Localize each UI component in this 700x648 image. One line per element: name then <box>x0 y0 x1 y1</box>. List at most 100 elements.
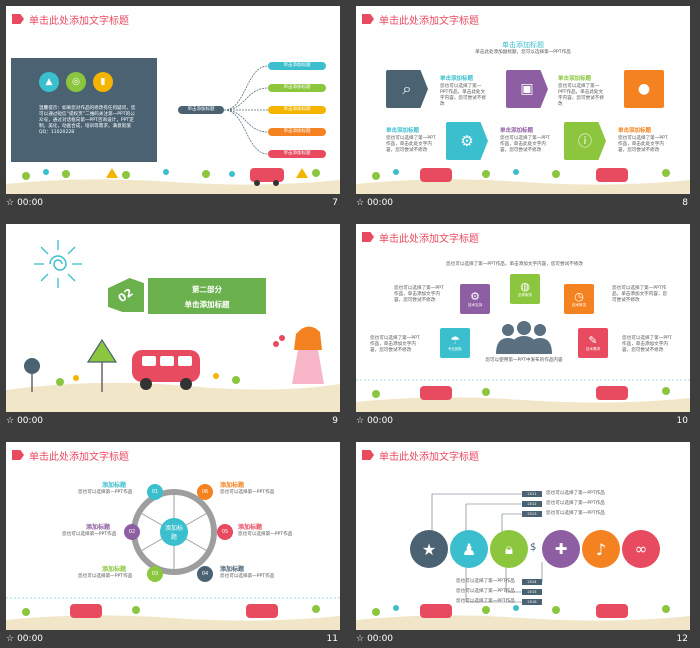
item-text-3: 您也可以选择了第一PPT作品，单击此处文字内容，您可尝试不修改 <box>386 136 436 153</box>
cartoon-ground <box>6 168 340 194</box>
node-text-1: 您也可以选择第一PPT作品 <box>78 490 133 495</box>
thumbnail-slide-11[interactable]: 单击此处添加文字标题 添加标题 01 06 02 05 03 04 添加标题 您… <box>0 436 340 646</box>
slide-number: 10 <box>676 416 688 426</box>
info-tile: ⓘ <box>564 122 606 160</box>
item-label-2: 单击添加标题 <box>558 76 592 82</box>
title-flag-icon <box>362 14 374 24</box>
umbrella-icon: ☂ <box>450 334 460 347</box>
slide-number: 9 <box>332 416 338 426</box>
line-text-5: 您也可以选择了第一PPT作品 <box>456 589 515 594</box>
thumbnail-slide-9[interactable]: 02 第二部分 单击添加标题 ☆ 00:00 9 <box>0 218 340 428</box>
global-service-tile: ◍ 全球服务 <box>510 274 540 304</box>
user-circle: ♟ <box>450 530 488 568</box>
item-text-4: 您也可以选择了第一PPT作品，单击此处文字内容，您可尝试不修改 <box>500 136 550 153</box>
slide-footer: ☆ 00:00 12 <box>356 634 688 644</box>
lock-circle: 🔒︎ <box>490 530 528 568</box>
thumbnail-slide-7[interactable]: 单击此处添加文字标题 ▲ ◎ ▮ 温馨提示：如果您对作品的修改有任何疑问，您可以… <box>0 0 340 210</box>
star-icon: ☆ <box>356 634 365 644</box>
node-01: 01 <box>147 484 163 500</box>
section-title: 单击添加标题 <box>184 300 230 309</box>
lock-icon: 🔒︎ <box>505 540 513 558</box>
side-text-1: 您也可以选择了第一PPT作品，单击添加文字内容，您可尝试不修改 <box>394 286 444 303</box>
gear-icon: ⚙ <box>460 132 474 150</box>
pill-2: 单击添加标题 <box>268 84 326 92</box>
line-text-1: 您也可以选择了第一PPT作品 <box>546 491 605 496</box>
slide-title: 单击此处添加文字标题 <box>12 448 129 463</box>
save-tile: ▣ <box>506 70 548 108</box>
slide-number: 11 <box>326 634 338 644</box>
slide-footer: ☆ 00:00 7 <box>6 198 338 208</box>
cartoon-ground <box>6 597 340 630</box>
pill-4: 单击添加标题 <box>268 128 326 136</box>
slide-11-canvas: 单击此处添加文字标题 添加标题 01 06 02 05 03 04 添加标题 您… <box>6 442 340 630</box>
slide-title: 单击此处添加文字标题 <box>362 12 479 27</box>
item-text-2: 您也可以选择了第一PPT作品，单击此处文字内容，您可尝试不修改 <box>558 84 604 107</box>
cartoon-ground <box>356 168 690 194</box>
slide-footer: ☆ 00:00 10 <box>356 416 688 426</box>
node-label-1: 添加标题 <box>102 482 127 489</box>
slide-number: 7 <box>332 198 338 208</box>
search-icon: ⌕ <box>402 79 412 98</box>
pill-3: 单击添加标题 <box>268 106 326 114</box>
star-icon: ☆ <box>6 416 15 426</box>
thumbnail-slide-8[interactable]: 单击此处添加文字标题 单击添加标题 单击此处添加副标题，您可以选择第一PPT作品… <box>350 0 690 210</box>
line-text-4: 您也可以选择了第一PPT作品 <box>456 579 515 584</box>
node-05: 05 <box>217 524 233 540</box>
location-pin-icon: ● <box>637 81 651 97</box>
company-text: 您可以使用第一PPT中发布的作品内容 <box>485 358 563 363</box>
item-label-1: 单击添加标题 <box>440 76 474 82</box>
year-2013: 2013 <box>522 511 542 517</box>
star-icon: ★ <box>421 539 437 559</box>
sun-icon <box>34 240 82 288</box>
node-04: 04 <box>197 566 213 582</box>
title-flag-icon <box>12 450 24 460</box>
dollar-icon: $ <box>530 542 537 553</box>
user-icon: ♟ <box>461 539 477 559</box>
thumbnail-slide-12[interactable]: 单击此处添加文字标题 2011 2012 2013 您也可以选择了第一PPT作品… <box>350 436 690 646</box>
info-icon: ⓘ <box>578 134 592 150</box>
slide-9-canvas: 02 第二部分 单击添加标题 <box>6 224 340 412</box>
year-2011: 2011 <box>522 491 542 497</box>
puzzle-circle: ✚ <box>542 530 580 568</box>
slide-12-canvas: 单击此处添加文字标题 2011 2012 2013 您也可以选择了第一PPT作品… <box>356 442 690 630</box>
node-02: 02 <box>124 524 140 540</box>
slide-8-canvas: 单击此处添加文字标题 单击添加标题 单击此处添加副标题，您可以选择第一PPT作品… <box>356 6 690 194</box>
heading: 单击添加标题 <box>502 41 544 49</box>
side-text-3: 您也可以选择了第一PPT作品，单击添加文字内容，您可尝试不修改 <box>370 336 420 353</box>
pill-1: 单击添加标题 <box>268 62 326 70</box>
star-circle: ★ <box>410 530 448 568</box>
slide-7-canvas: 单击此处添加文字标题 ▲ ◎ ▮ 温馨提示：如果您对作品的修改有任何疑问，您可以… <box>6 6 340 194</box>
pencil-icon: ✎ <box>588 334 598 347</box>
slide-footer: ☆ 00:00 11 <box>6 634 338 644</box>
link-icon: ∞ <box>634 540 648 558</box>
puzzle-icon: ✚ <box>554 540 568 558</box>
cartoon-ground <box>356 379 690 412</box>
section-badge: 02 <box>108 278 144 312</box>
year-2014: 2014 <box>522 579 542 585</box>
tech-rd-tile: ◷ 技术研发 <box>564 284 594 314</box>
thumbnail-slide-10[interactable]: 单击此处添加文字标题 您也可以选择了第一PPT作品，单击添加文字内容，您可尝试不… <box>350 218 690 428</box>
globe-icon: ◍ <box>520 280 530 293</box>
subheading: 单击此处添加副标题，您可以选择第一PPT作品 <box>475 50 571 55</box>
music-circle: ♪ <box>582 530 620 568</box>
slide-footer: ☆ 00:00 9 <box>6 416 338 426</box>
item-label-5: 单击添加标题 <box>618 128 652 134</box>
year-2015: 2015 <box>522 589 542 595</box>
item-text-5: 您也可以选择了第一PPT作品，单击此处文字内容，您可尝试不修改 <box>618 136 668 153</box>
node-label-2: 添加标题 <box>86 524 111 531</box>
pill-5: 单击添加标题 <box>268 150 326 158</box>
section-banner: 第二部分 单击添加标题 <box>148 278 266 314</box>
slide-number: 8 <box>682 198 688 208</box>
section-part: 第二部分 <box>192 285 222 294</box>
star-icon: ☆ <box>6 198 15 208</box>
slide-footer: ☆ 00:00 8 <box>356 198 688 208</box>
item-label-3: 单击添加标题 <box>386 128 420 134</box>
star-icon: ☆ <box>356 198 365 208</box>
node-text-6: 您也可以选择第一PPT作品 <box>220 490 275 495</box>
intro-text: 您也可以选择了第一PPT作品，单击添加文字内容，您可尝试不修改 <box>446 262 583 267</box>
star-icon: ☆ <box>356 416 365 426</box>
title-flag-icon <box>362 232 374 242</box>
item-text-1: 您也可以选择了第一PPT作品，单击此处文字内容，您可尝试不修改 <box>440 84 486 107</box>
cartoon-ground <box>356 604 690 630</box>
search-tile: ⌕ <box>386 70 428 108</box>
